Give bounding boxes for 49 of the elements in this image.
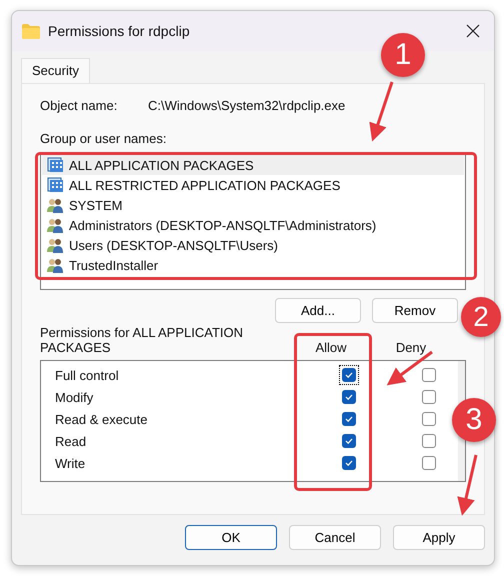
list-item[interactable]: ALL RESTRICTED APPLICATION PACKAGES <box>42 175 464 195</box>
close-icon <box>466 24 480 38</box>
users-icon <box>47 197 63 213</box>
dialog-button[interactable]: Add... <box>275 298 361 323</box>
users-icon <box>47 257 63 273</box>
column-header: Allow <box>314 340 348 355</box>
tab[interactable]: Security <box>21 58 90 83</box>
checkbox[interactable] <box>339 409 359 429</box>
checkbox[interactable] <box>339 365 359 385</box>
dialog-button[interactable]: Remov <box>372 298 458 323</box>
checkbox[interactable] <box>419 409 439 429</box>
list-label: Group or user names: <box>40 131 168 146</box>
list-item[interactable]: SYSTEM <box>42 195 464 215</box>
permission-name: Read & execute <box>54 412 149 426</box>
checkbox[interactable] <box>419 453 439 473</box>
check-icon <box>344 392 354 402</box>
permissions-label: Permissions for ALL APPLICATION PACKAGES <box>40 325 244 355</box>
list-item[interactable]: Administrators (DESKTOP-ANSQLTF\Administrators) <box>42 215 464 235</box>
list-item[interactable]: ALL APPLICATION PACKAGES <box>42 155 464 175</box>
check-icon <box>344 436 354 446</box>
list-item[interactable]: Users (DESKTOP-ANSQLTF\Users) <box>42 235 464 255</box>
checkbox[interactable] <box>419 387 439 407</box>
list-item[interactable]: TrustedInstaller <box>42 255 464 275</box>
permission-name: Read <box>54 434 88 448</box>
checkbox[interactable] <box>419 365 439 385</box>
column-header: Deny <box>394 340 428 355</box>
object-path: C:\Windows\System32\rdpclip.exe <box>148 98 346 113</box>
checkbox[interactable] <box>339 453 359 473</box>
window-title: Permissions for rdpclip <box>48 23 191 39</box>
package-group-icon <box>47 157 63 173</box>
arrow <box>369 82 394 142</box>
dialog-button[interactable]: Apply <box>393 525 485 550</box>
folder-icon <box>22 24 40 38</box>
permission-name: Write <box>54 456 86 470</box>
checkbox[interactable] <box>339 431 359 451</box>
field-label: Object name: <box>40 98 118 113</box>
users-icon <box>47 217 63 233</box>
check-icon <box>344 414 354 424</box>
permission-name: Modify <box>54 390 94 404</box>
dialog-button[interactable]: OK <box>185 525 277 550</box>
users-icon <box>47 237 63 253</box>
check-icon <box>344 458 354 468</box>
permission-name: Full control <box>54 368 120 382</box>
dialog-button[interactable]: Cancel <box>289 525 381 550</box>
check-icon <box>344 370 354 380</box>
package-group-icon <box>47 177 63 193</box>
arrow <box>457 454 478 516</box>
checkbox[interactable] <box>339 387 359 407</box>
checkbox[interactable] <box>419 431 439 451</box>
